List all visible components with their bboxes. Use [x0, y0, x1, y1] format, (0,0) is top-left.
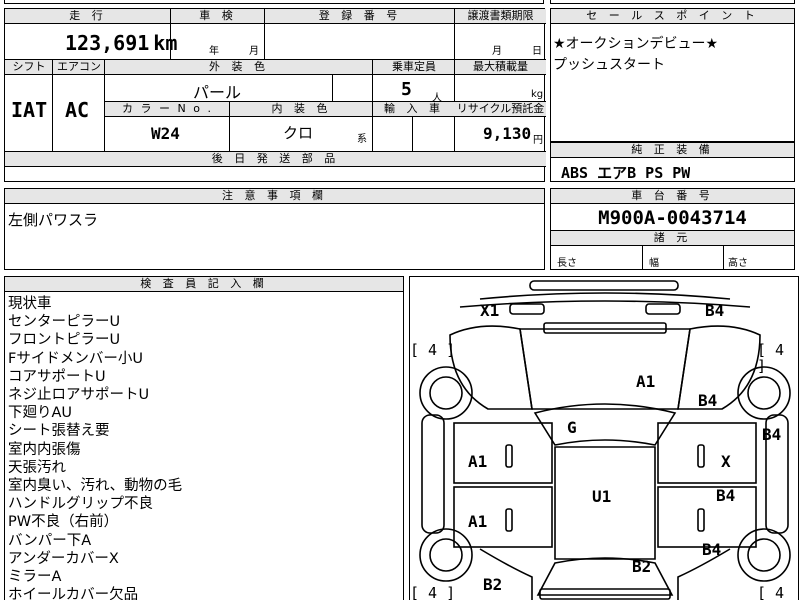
note-item: 現状車 — [8, 296, 52, 312]
caution-panel: 注 意 事 項 欄 左側パワスラ — [4, 188, 545, 270]
interior-color-unit: 系 — [357, 134, 367, 145]
car-damage-diagram: X1 B4 A1 B4 B4 G A1 X U1 B4 A1 B4 B2 B2 … — [409, 276, 799, 600]
label-b4-right-lower: B4 — [702, 540, 722, 559]
equipment-value: ABS エアB PS PW — [561, 164, 691, 182]
inspection-year-unit: 年 — [209, 46, 219, 57]
interior-color-header: 内 装 色 — [230, 102, 373, 117]
note-item: コアサポートU — [8, 368, 106, 385]
label-b4-top: B4 — [705, 301, 725, 320]
recycle-value: 9,130 — [483, 124, 532, 143]
top-strip — [4, 0, 544, 4]
caution-header: 注 意 事 項 欄 — [5, 189, 544, 204]
sales-points-header: セ ー ル ス ポ イ ン ト — [551, 9, 794, 24]
top-strip-right — [550, 0, 795, 4]
car-outline-drawing — [419, 280, 791, 600]
note-item: Fサイドメンバー小U — [8, 350, 143, 367]
note-item: ハンドルグリップ不良 — [8, 496, 153, 513]
exterior-color-header: 外 装 色 — [105, 60, 373, 75]
recycle-unit: 円 — [533, 135, 543, 146]
note-item: 室内臭い、汚れ、動物の毛 — [8, 478, 183, 495]
sales-points-panel: セ ー ル ス ポ イ ン ト ★オークションデビュー★ プッシュスタート — [550, 8, 795, 142]
tyre-tread-top-left: [ 4 ] — [410, 341, 456, 359]
registration-header: 登 録 番 号 — [265, 9, 455, 24]
inspector-notes-header: 検 査 員 記 入 欄 — [5, 277, 403, 292]
inspector-notes-list: 現状車 センターピラーU フロントピラーU Fサイドメンバー小U コアサポートU… — [8, 295, 182, 600]
aircon-value: AC — [65, 98, 90, 122]
label-b2-left-bottom: B2 — [483, 575, 503, 594]
label-b4-right-front: B4 — [698, 391, 718, 410]
mileage-unit: km — [153, 31, 178, 55]
chassis-panel: 車 台 番 号 M900A-0043714 諸 元 長さ 幅 高さ — [550, 188, 795, 270]
later-parts-header: 後 日 発 送 部 品 — [5, 152, 546, 167]
label-x1: X1 — [480, 301, 500, 320]
color-no-value: W24 — [151, 124, 180, 143]
capacity-header: 乗車定員 — [373, 60, 455, 75]
mileage-value: 123,691 km — [65, 31, 177, 55]
mileage-number: 123,691 — [65, 31, 150, 55]
note-item: フロントピラーU — [8, 332, 121, 349]
aircon-header: エアコン — [53, 60, 105, 75]
note-item: アンダーカバーX — [8, 550, 119, 567]
dimensions-header: 諸 元 — [551, 231, 794, 246]
label-b2-rear: B2 — [632, 557, 652, 576]
deadline-day-unit: 日 — [532, 46, 542, 57]
sales-point-line-1: ★オークションデビュー★ — [553, 36, 719, 52]
chassis-header: 車 台 番 号 — [551, 189, 794, 204]
label-g-windshield: G — [567, 418, 577, 437]
mileage-header: 走 行 — [5, 9, 171, 24]
inspector-notes-panel: 検 査 員 記 入 欄 現状車 センターピラーU フロントピラーU Fサイドメン… — [4, 276, 404, 600]
shift-header: シフト — [5, 60, 53, 75]
tyre-tread-bottom-left: [ 4 ] — [410, 584, 456, 600]
color-no-header: カ ラ ー N o . — [105, 102, 230, 117]
label-a1-hood: A1 — [636, 372, 656, 391]
inspection-month-unit: 月 — [249, 46, 259, 57]
tyre-tread-bottom-right: [ 4 — [757, 584, 785, 600]
note-item: 下廻りAU — [8, 405, 73, 422]
import-header: 輸 入 車 — [373, 102, 455, 117]
recycle-header: リサイクル預託金 — [455, 102, 546, 117]
label-a1-left-rear: A1 — [468, 512, 488, 531]
inspection-header: 車 検 — [171, 9, 265, 24]
note-item: ミラーA — [8, 569, 62, 586]
capacity-value: 5 — [401, 79, 412, 100]
shift-value: IAT — [11, 98, 48, 122]
note-item: シート張替え要 — [8, 423, 110, 440]
note-item: ネジ止ロアサポートU — [8, 387, 150, 404]
dimension-width: 幅 — [649, 258, 659, 269]
equipment-panel: 純 正 装 備 ABS エアB PS PW — [550, 142, 795, 182]
dimension-length: 長さ — [557, 258, 577, 269]
equipment-header: 純 正 装 備 — [551, 143, 794, 158]
max-load-header: 最大積載量 — [455, 60, 546, 75]
note-item: PW不良（右前） — [8, 514, 119, 531]
note-item: バンパー下A — [8, 532, 92, 549]
note-item: 天張汚れ — [8, 459, 66, 476]
interior-color-value: クロ — [283, 124, 314, 142]
label-u1-roof: U1 — [592, 487, 612, 506]
note-item: センターピラーU — [8, 314, 121, 331]
caution-value: 左側パワスラ — [8, 211, 99, 229]
sales-point-line-2: プッシュスタート — [553, 57, 665, 73]
note-item: 室内内張傷 — [8, 441, 81, 458]
label-b4-right-rear: B4 — [716, 486, 736, 505]
label-a1-left-front: A1 — [468, 452, 488, 471]
label-b4-right-edge: B4 — [762, 425, 782, 444]
chassis-number: M900A-0043714 — [598, 207, 747, 229]
exterior-color-value: パール — [193, 83, 242, 102]
dimension-height: 高さ — [728, 258, 748, 269]
max-load-unit: kg — [531, 89, 544, 100]
deadline-month-unit: 月 — [492, 46, 502, 57]
vehicle-info-form: 走 行 車 検 登 録 番 号 譲渡書類期限 123,691 km 年 月 月 日… — [4, 8, 546, 182]
label-x-right-front: X — [721, 452, 731, 471]
transfer-deadline-header: 譲渡書類期限 — [455, 9, 546, 24]
tyre-tread-top-right: [ 4 ] — [757, 341, 785, 375]
note-item: ホイールカバー欠品 — [8, 587, 139, 600]
